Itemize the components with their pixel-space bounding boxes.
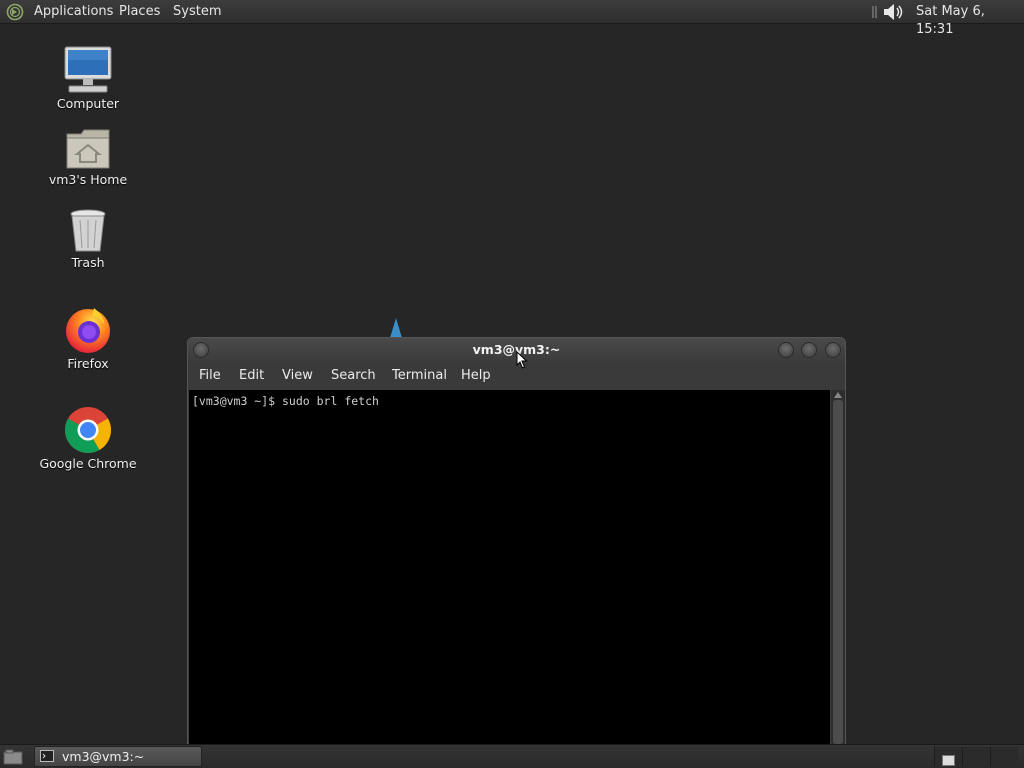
computer-icon bbox=[64, 46, 112, 93]
scroll-up-icon[interactable] bbox=[834, 392, 842, 398]
desktop-icon-chrome[interactable]: Google Chrome bbox=[33, 406, 143, 471]
workspace-window-thumbnail bbox=[942, 755, 955, 766]
terminal-icon bbox=[40, 750, 54, 762]
menu-edit[interactable]: Edit bbox=[239, 368, 264, 383]
desktop-icon-label: Trash bbox=[71, 255, 105, 270]
desktop-icon-label: vm3's Home bbox=[48, 172, 128, 187]
top-panel: Applications Places System Sat May 6, 15… bbox=[0, 0, 1024, 37]
menu-view[interactable]: View bbox=[282, 368, 313, 383]
terminal-scrollbar[interactable] bbox=[831, 390, 845, 744]
maximize-button[interactable] bbox=[801, 342, 817, 358]
taskbar-task-label: vm3@vm3:~ bbox=[62, 749, 145, 764]
workspace-1[interactable] bbox=[934, 747, 962, 766]
mouse-cursor-icon bbox=[516, 351, 528, 369]
desktop-icon-computer[interactable]: Computer bbox=[33, 46, 143, 111]
bottom-panel: vm3@vm3:~ bbox=[0, 744, 1024, 768]
chrome-icon bbox=[65, 407, 111, 453]
desktop-icon-label: Google Chrome bbox=[39, 456, 137, 471]
taskbar-terminal-button[interactable]: vm3@vm3:~ bbox=[34, 746, 202, 767]
terminal-window[interactable]: vm3@vm3:~ File Edit View Search Terminal… bbox=[187, 337, 846, 744]
scrollbar-thumb[interactable] bbox=[833, 400, 843, 744]
menu-terminal[interactable]: Terminal bbox=[392, 368, 447, 383]
terminal-output[interactable]: [vm3@vm3 ~]$ sudo brl fetch bbox=[189, 390, 830, 744]
workspace-2[interactable] bbox=[962, 747, 990, 766]
distro-logo-icon[interactable] bbox=[6, 3, 24, 21]
desktop-icon-label: Firefox bbox=[67, 356, 109, 371]
workspace-3[interactable] bbox=[990, 747, 1018, 766]
firefox-icon bbox=[66, 308, 110, 353]
arrow-icon bbox=[390, 318, 402, 338]
terminal-command-line: [vm3@vm3 ~]$ sudo brl fetch bbox=[192, 394, 379, 408]
applications-menu[interactable]: Applications bbox=[34, 3, 113, 21]
desktop-icon-firefox[interactable]: Firefox bbox=[33, 306, 143, 371]
speaker-icon[interactable] bbox=[872, 2, 906, 22]
desktop-icon-label: Computer bbox=[56, 96, 120, 111]
places-menu[interactable]: Places bbox=[119, 3, 160, 21]
desktop-icon-trash[interactable]: Trash bbox=[33, 209, 143, 270]
clock[interactable]: Sat May 6, 15:31 bbox=[916, 3, 1024, 39]
menu-help[interactable]: Help bbox=[461, 368, 491, 383]
trash-icon bbox=[70, 209, 106, 252]
system-menu[interactable]: System bbox=[173, 3, 221, 21]
close-button[interactable] bbox=[825, 342, 841, 358]
menu-file[interactable]: File bbox=[199, 368, 221, 383]
show-desktop-icon[interactable] bbox=[3, 749, 23, 765]
minimize-button[interactable] bbox=[778, 342, 794, 358]
home-folder-icon bbox=[66, 129, 110, 169]
desktop-icon-home[interactable]: vm3's Home bbox=[33, 128, 143, 187]
menu-search[interactable]: Search bbox=[331, 368, 376, 383]
